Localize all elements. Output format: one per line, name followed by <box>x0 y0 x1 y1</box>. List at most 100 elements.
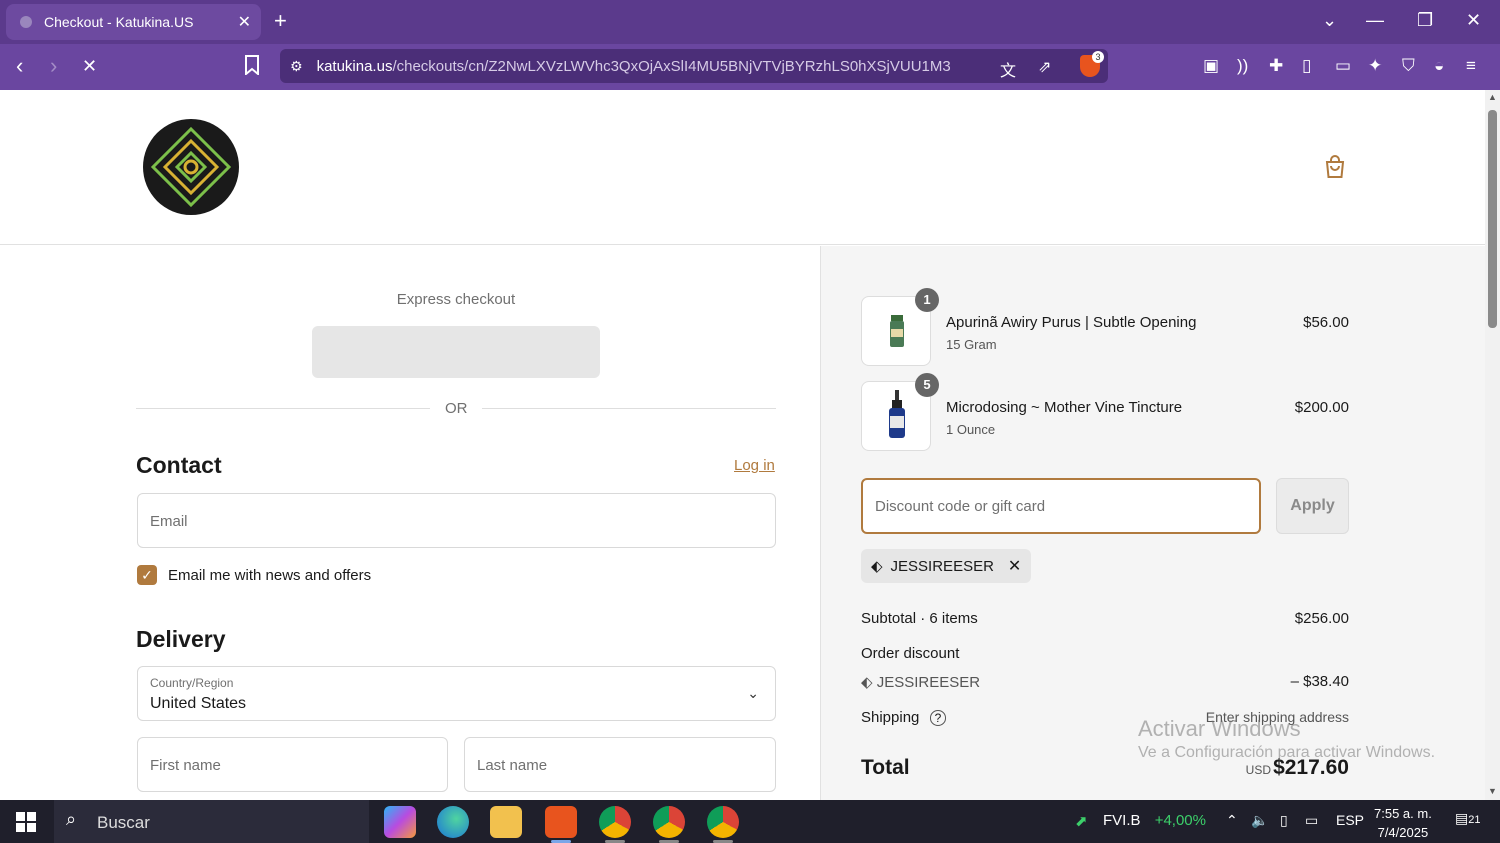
apply-button[interactable]: Apply <box>1276 478 1349 534</box>
edge-icon[interactable] <box>437 806 469 838</box>
checkout-page: Express checkout OR Contact Log in Email… <box>0 90 1485 800</box>
leo-ai-icon[interactable]: ✦ <box>1368 56 1382 76</box>
wallet-icon[interactable]: ▭ <box>1335 56 1351 76</box>
system-clock[interactable]: 7:55 a. m. 7/4/2025 <box>1374 804 1432 842</box>
forward-icon[interactable]: › <box>50 55 57 77</box>
extension-icon[interactable]: ▣ <box>1203 56 1219 76</box>
menu-icon[interactable]: ≡ <box>1466 56 1476 76</box>
windows-taskbar: ⌕ Buscar ⬈ FVI.B +4,00% ⌃ 🔈 ▯ ▭ ESP 7:55… <box>0 800 1500 843</box>
file-explorer-icon[interactable] <box>490 806 522 838</box>
scroll-up-icon[interactable]: ▲ <box>1488 92 1497 102</box>
tab-search-chevron-icon[interactable]: ⌄ <box>1322 10 1337 31</box>
notification-count: 21 <box>1468 814 1481 826</box>
minimize-icon[interactable]: — <box>1366 10 1384 31</box>
checkout-form: Express checkout OR Contact Log in Email… <box>0 246 820 800</box>
taskbar-search[interactable]: ⌕ Buscar <box>54 800 369 843</box>
discount-code: JESSIREESER <box>876 674 981 691</box>
url-host: katukina.us <box>316 57 393 75</box>
page-scrollbar[interactable]: ▲ ▼ <box>1485 90 1500 800</box>
discount-code-input[interactable]: Discount code or gift card <box>861 478 1261 534</box>
scroll-down-icon[interactable]: ▼ <box>1488 786 1497 796</box>
item-name: Microdosing ~ Mother Vine Tincture <box>946 399 1183 416</box>
remove-discount-icon[interactable]: ✕ <box>1008 556 1021 576</box>
contact-heading: Contact <box>136 452 222 478</box>
back-icon[interactable]: ‹ <box>16 55 23 77</box>
bookmark-icon[interactable] <box>244 55 260 80</box>
item-price: $56.00 <box>1303 314 1349 331</box>
cart-bag-icon[interactable] <box>1322 154 1348 180</box>
copilot-icon[interactable] <box>384 806 416 838</box>
email-placeholder: Email <box>150 513 188 530</box>
chrome-icon[interactable] <box>707 806 739 838</box>
tab-close-icon[interactable]: ✕ <box>238 12 251 32</box>
currency-code: USD <box>1245 763 1271 777</box>
discount-value: – $38.40 <box>1290 673 1349 690</box>
stock-name: FVI.B <box>1103 812 1141 829</box>
subtotal-value: $256.00 <box>1294 610 1349 627</box>
newsletter-checkbox[interactable]: ✓ <box>137 565 157 585</box>
chrome-icon[interactable] <box>653 806 685 838</box>
scrollbar-thumb[interactable] <box>1488 110 1497 328</box>
express-pay-button[interactable] <box>312 326 600 378</box>
cart-item: 5 Microdosing ~ Mother Vine Tincture 1 O… <box>861 373 1349 451</box>
subtotal-row: Subtotal · 6 items $256.00 <box>861 610 1349 627</box>
windows-activation-subtext: Ve a Configuración para activar Windows. <box>1138 744 1436 761</box>
url-path: /checkouts/cn/Z2NwLXVzLWVhc3QxOjAxSlI4MU… <box>392 57 951 75</box>
brave-shields-icon[interactable]: 3 <box>1080 51 1104 77</box>
stock-trend-icon: ⬈ <box>1075 813 1088 830</box>
tab-title: Checkout - Katukina.US <box>44 14 194 30</box>
notifications-icon[interactable]: ▤21 <box>1455 810 1480 827</box>
delivery-heading: Delivery <box>136 626 226 652</box>
newsletter-label: Email me with news and offers <box>168 567 372 584</box>
site-info-icon[interactable]: ⚙ <box>290 58 303 75</box>
rewards-icon[interactable]: ◒ <box>1434 56 1444 76</box>
sidebar-icon[interactable]: ▯ <box>1302 56 1311 76</box>
applied-code: JESSIREESER <box>890 557 994 575</box>
windows-start-icon[interactable] <box>16 812 36 832</box>
network-icon[interactable]: ▭ <box>1305 812 1318 829</box>
first-name-field[interactable]: First name <box>137 737 448 792</box>
country-select[interactable]: Country/Region United States ⌄ <box>137 666 776 721</box>
maximize-icon[interactable]: ❐ <box>1417 10 1433 31</box>
extensions-puzzle-icon[interactable]: ✚ <box>1269 56 1283 76</box>
chevron-down-icon: ⌄ <box>747 685 759 701</box>
stop-loading-icon[interactable]: ✕ <box>82 55 97 77</box>
translate-icon[interactable]: 文 <box>1000 57 1016 81</box>
quantity-badge: 1 <box>915 288 939 312</box>
brave-badge: 3 <box>1092 51 1104 63</box>
store-logo[interactable] <box>143 119 239 215</box>
tab-favicon-icon <box>20 16 32 28</box>
volume-icon[interactable]: 🔈 <box>1251 812 1268 829</box>
address-bar[interactable]: ⚙ katukina.us/checkouts/cn/Z2NwLXVzLWVhc… <box>280 49 1108 83</box>
discount-placeholder: Discount code or gift card <box>875 498 1046 515</box>
vpn-icon[interactable]: ⛉ <box>1402 56 1415 76</box>
stock-widget[interactable]: ⬈ FVI.B +4,00% <box>1075 812 1206 830</box>
order-discount-label: Order discount <box>861 645 960 662</box>
chrome-icon[interactable] <box>599 806 631 838</box>
new-tab-button[interactable]: + <box>274 8 287 34</box>
item-variant: 15 Gram <box>946 337 997 352</box>
order-discount-row: Order discount <box>861 645 1349 662</box>
show-hidden-icons-icon[interactable]: ⌃ <box>1226 812 1238 829</box>
login-link[interactable]: Log in <box>734 457 775 474</box>
last-name-field[interactable]: Last name <box>464 737 776 792</box>
close-window-icon[interactable]: ✕ <box>1466 10 1481 31</box>
item-price: $200.00 <box>1294 399 1349 416</box>
stock-change: +4,00% <box>1154 812 1206 829</box>
express-checkout-title: Express checkout <box>396 291 516 308</box>
tag-icon: ⬖ <box>871 558 883 575</box>
clock-date: 7/4/2025 <box>1377 825 1429 840</box>
divider <box>482 408 776 409</box>
clock-time: 7:55 a. m. <box>1374 806 1432 821</box>
browser-tab[interactable]: Checkout - Katukina.US ✕ <box>6 4 261 40</box>
battery-icon[interactable]: ▯ <box>1280 812 1288 829</box>
sound-extension-icon[interactable]: )) <box>1237 56 1248 76</box>
language-indicator[interactable]: ESP <box>1336 812 1364 828</box>
search-icon: ⌕ <box>66 809 77 829</box>
brave-browser-icon[interactable] <box>545 806 577 838</box>
email-field[interactable]: Email <box>137 493 776 548</box>
help-icon[interactable]: ? <box>929 710 947 726</box>
share-icon[interactable]: ⇗ <box>1038 57 1051 77</box>
discount-code-row: ⬖ JESSIREESER – $38.40 <box>861 673 1349 691</box>
item-variant: 1 Ounce <box>946 422 996 437</box>
